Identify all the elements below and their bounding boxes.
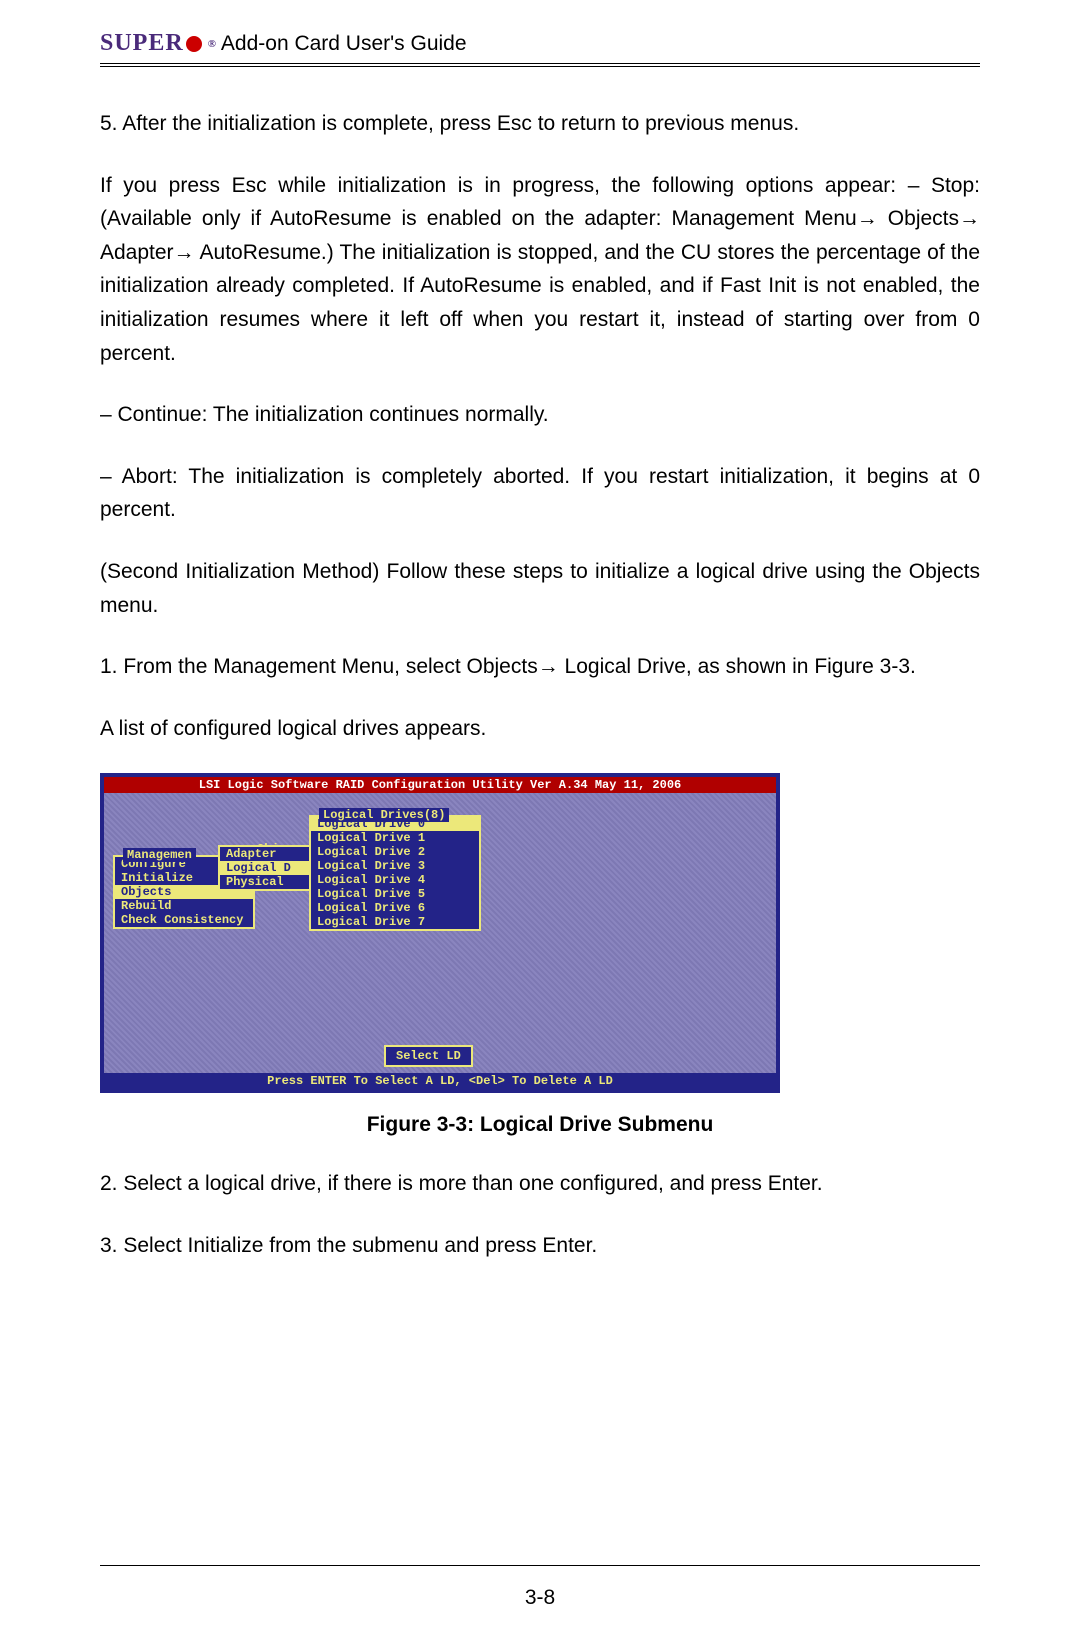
ld-item-5[interactable]: Logical Drive 5	[311, 887, 479, 901]
menu-item-adapter[interactable]: Adapter	[220, 847, 312, 861]
paragraph: If you press Esc while initialization is…	[100, 169, 980, 371]
ld-item-1[interactable]: Logical Drive 1	[311, 831, 479, 845]
paragraph: 3. Select Initialize from the submenu an…	[100, 1229, 980, 1263]
paragraph: – Continue: The initialization continues…	[100, 398, 980, 432]
utility-footer-hint: Press ENTER To Select A LD, <Del> To Del…	[104, 1073, 776, 1089]
paragraph: (Second Initialization Method) Follow th…	[100, 555, 980, 622]
menu-item-check-consistency[interactable]: Check Consistency	[115, 913, 253, 927]
page-number: 3-8	[525, 1586, 555, 1609]
menu-item-rebuild[interactable]: Rebuild	[115, 899, 253, 913]
page-footer: 3-8	[100, 1565, 980, 1610]
registered-mark: ®	[208, 38, 217, 50]
ld-item-2[interactable]: Logical Drive 2	[311, 845, 479, 859]
ld-item-7[interactable]: Logical Drive 7	[311, 915, 479, 929]
paragraph: A list of configured logical drives appe…	[100, 712, 980, 746]
objects-menu[interactable]: Adapter Logical D Physical	[218, 845, 314, 891]
brand-logo: SUPER ®	[100, 30, 217, 57]
ld-item-3[interactable]: Logical Drive 3	[311, 859, 479, 873]
paragraph: 2. Select a logical drive, if there is m…	[100, 1167, 980, 1201]
paragraph: 5. After the initialization is complete,…	[100, 107, 980, 141]
logo-dot-icon	[186, 36, 202, 52]
embedded-screenshot: LSI Logic Software RAID Configuration Ut…	[100, 773, 980, 1093]
ld-item-6[interactable]: Logical Drive 6	[311, 901, 479, 915]
logical-drives-title: Logical Drives(8)	[319, 808, 449, 822]
menu-item-physical[interactable]: Physical	[220, 875, 312, 889]
document-title: Add-on Card User's Guide	[221, 32, 467, 56]
ld-item-4[interactable]: Logical Drive 4	[311, 873, 479, 887]
paragraph: 1. From the Management Menu, select Obje…	[100, 650, 980, 684]
raid-utility-screen: LSI Logic Software RAID Configuration Ut…	[100, 773, 780, 1093]
page-header: SUPER ® Add-on Card User's Guide	[100, 30, 980, 67]
logical-drives-menu[interactable]: Logical Drives(8) Logical Drive 0 Logica…	[309, 815, 481, 931]
logo-text: SUPER	[100, 30, 184, 57]
management-menu-title: Managemen	[123, 848, 196, 862]
figure-caption: Figure 3-3: Logical Drive Submenu	[100, 1113, 980, 1137]
select-ld-box: Select LD	[384, 1045, 473, 1067]
body-content: 5. After the initialization is complete,…	[100, 107, 980, 1263]
menu-item-logical-drive[interactable]: Logical D	[220, 861, 312, 875]
paragraph: – Abort: The initialization is completel…	[100, 460, 980, 527]
utility-titlebar: LSI Logic Software RAID Configuration Ut…	[104, 777, 776, 793]
